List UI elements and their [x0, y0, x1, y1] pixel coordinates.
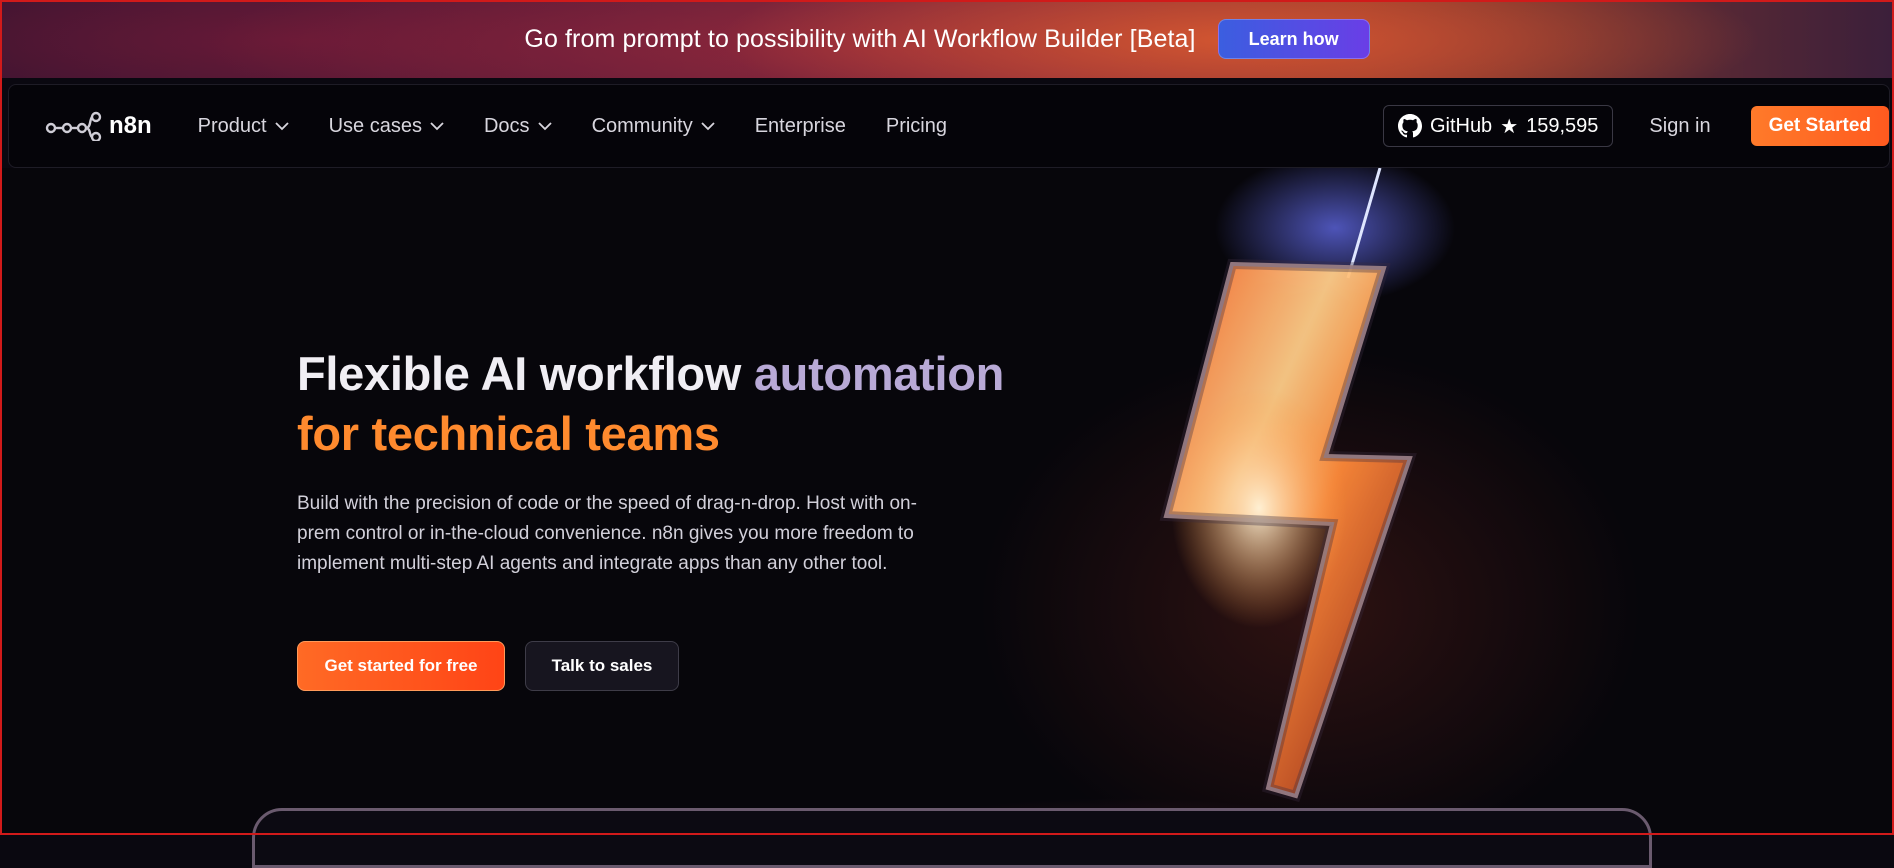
sign-in-link[interactable]: Sign in [1649, 115, 1710, 138]
nav-use-cases-label: Use cases [328, 114, 422, 137]
chevron-down-icon [701, 121, 715, 131]
nav-community[interactable]: Community [592, 115, 715, 138]
n8n-logo[interactable]: n8n [45, 111, 152, 141]
chevron-down-icon [274, 121, 289, 131]
product-preview-card [252, 808, 1652, 868]
github-stars-button[interactable]: GitHub ★ 159,595 [1382, 105, 1614, 147]
hero-cta-group: Get started for free Talk to sales [297, 641, 679, 691]
top-navigation: n8n Product Use cases Docs Community Ent… [8, 84, 1890, 168]
nav-use-cases[interactable]: Use cases [329, 115, 444, 138]
nav-community-label: Community [591, 114, 693, 137]
announcement-banner: Go from prompt to possibility with AI Wo… [0, 0, 1894, 78]
star-icon: ★ [1500, 115, 1519, 138]
github-icon [1397, 114, 1422, 138]
nav-pricing[interactable]: Pricing [886, 115, 947, 138]
learn-how-button[interactable]: Learn how [1217, 19, 1370, 59]
lightning-bolt-illustration [1159, 168, 1455, 803]
get-started-free-button[interactable]: Get started for free [297, 641, 505, 691]
hero-heading-part2: automation [753, 347, 1005, 400]
nav-links: Product Use cases Docs Community Enterpr… [198, 115, 987, 138]
hero-heading: Flexible AI workflow automation for tech… [297, 344, 1004, 464]
hero-description: Build with the precision of code or the … [297, 493, 917, 574]
logo-text: n8n [109, 112, 152, 139]
hero-heading-part1: Flexible AI workflow [297, 347, 754, 400]
chevron-down-icon [537, 121, 552, 131]
nav-product[interactable]: Product [198, 115, 289, 138]
hero-background [0, 168, 1894, 835]
get-started-button[interactable]: Get Started [1750, 106, 1889, 146]
nav-actions: GitHub ★ 159,595 Sign in Get Started [1382, 105, 1889, 147]
nav-product-label: Product [197, 114, 267, 137]
nav-docs[interactable]: Docs [484, 115, 552, 138]
hero-heading-line1: Flexible AI workflow automation [297, 344, 1004, 404]
banner-text: Go from prompt to possibility with AI Wo… [524, 24, 1196, 53]
github-star-count: 159,595 [1526, 114, 1599, 137]
hero-heading-line2: for technical teams [297, 407, 720, 460]
nav-docs-label: Docs [483, 114, 530, 137]
chevron-down-icon [430, 121, 444, 131]
nav-enterprise[interactable]: Enterprise [755, 115, 846, 138]
n8n-logo-icon [45, 111, 102, 141]
talk-to-sales-button[interactable]: Talk to sales [525, 641, 679, 691]
github-label: GitHub [1429, 114, 1493, 137]
